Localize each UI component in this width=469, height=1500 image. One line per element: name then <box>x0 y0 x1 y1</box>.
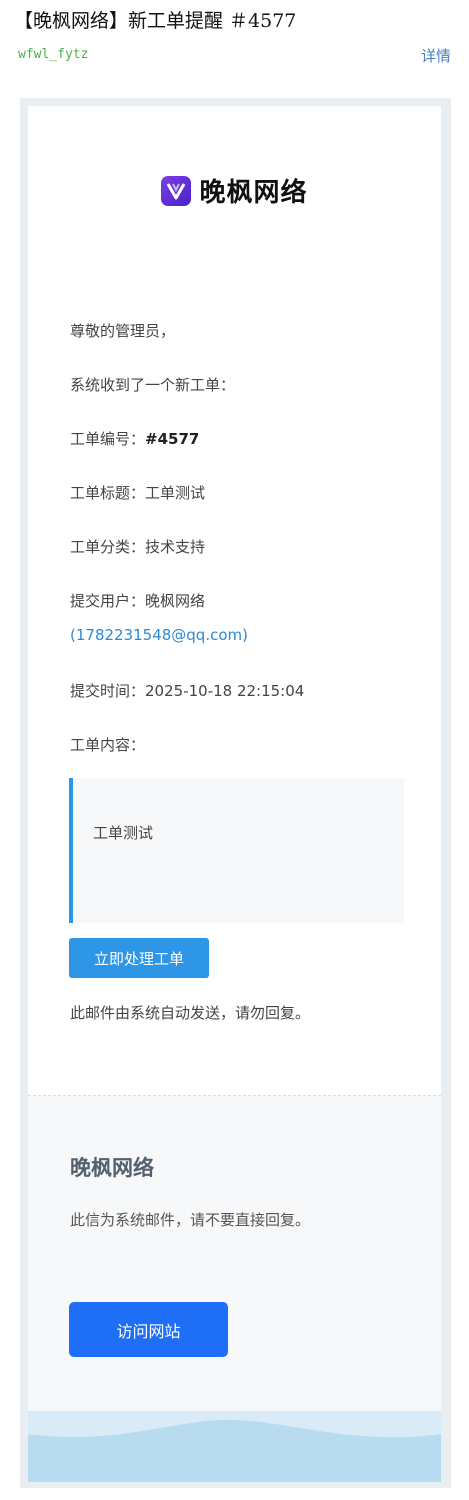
ticket-id-label: 工单编号： <box>70 430 146 448</box>
footer-wave-decoration <box>28 1411 441 1482</box>
content-label: 工单内容： <box>70 736 146 754</box>
ticket-content-box: 工单测试 <box>69 778 404 923</box>
v-logo-icon <box>161 175 192 206</box>
auto-send-note: 此邮件由系统自动发送，请勿回复。 <box>70 1004 311 1022</box>
greeting: 尊敬的管理员， <box>70 322 176 340</box>
user-row: 提交用户：晚枫网络 <box>70 590 205 611</box>
user-label: 提交用户： <box>70 592 146 610</box>
intro-text: 系统收到了一个新工单： <box>70 376 236 394</box>
ticket-title-row: 工单标题：工单测试 <box>70 482 205 503</box>
category-value: 技术支持 <box>145 538 206 556</box>
user-email-link[interactable]: (1782231548@qq.com) <box>70 626 248 644</box>
ticket-id: #4577 <box>145 430 200 448</box>
user-name: 晚枫网络 <box>145 592 206 610</box>
time-label: 提交时间： <box>70 682 146 700</box>
dashed-divider <box>28 1095 441 1096</box>
brand-name: 晚枫网络 <box>199 178 308 208</box>
time-row: 提交时间：2025-10-18 22:15:04 <box>70 680 304 701</box>
sender-name[interactable]: wfwl_fytz <box>18 47 88 62</box>
category-label: 工单分类： <box>70 538 146 556</box>
detail-link[interactable]: 详情 <box>421 45 451 66</box>
process-ticket-button[interactable]: 立即处理工单 <box>69 938 209 978</box>
footer-brand: 晚枫网络 <box>70 1156 154 1180</box>
ticket-content: 工单测试 <box>93 824 154 842</box>
ticket-id-row: 工单编号：#4577 <box>70 428 199 449</box>
email-card: 晚枫网络 尊敬的管理员， 系统收到了一个新工单： 工单编号：#4577 工单标题… <box>28 106 441 1482</box>
ticket-title: 工单测试 <box>145 484 206 502</box>
footer-note: 此信为系统邮件，请不要直接回复。 <box>70 1211 311 1229</box>
visit-website-button[interactable]: 访问网站 <box>69 1302 228 1357</box>
category-row: 工单分类：技术支持 <box>70 536 205 557</box>
time-value: 2025-10-18 22:15:04 <box>145 682 305 700</box>
email-subject: 【晚枫网络】新工单提醒 ＃4577 <box>14 10 297 32</box>
ticket-title-label: 工单标题： <box>70 484 146 502</box>
brand-header: 晚枫网络 <box>28 172 441 209</box>
